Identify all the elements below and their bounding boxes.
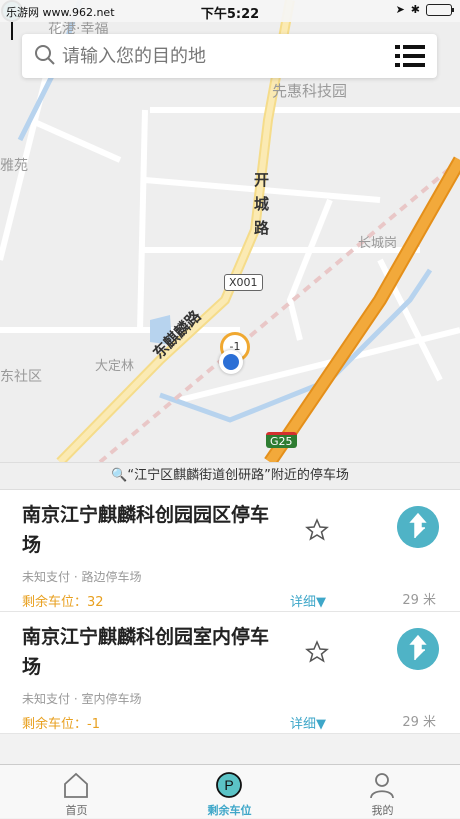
navigate-icon[interactable] <box>397 506 439 548</box>
home-icon <box>64 772 88 798</box>
battery-icon <box>426 3 454 16</box>
parking-item[interactable]: 南京江宁麒麟科创园室内停车场 未知支付 · 室内停车场 剩余车位：-1 详细▼ … <box>0 612 460 734</box>
detail-link[interactable]: 详细▼ <box>290 591 326 610</box>
remaining-spaces: 剩余车位：-1 <box>22 717 100 732</box>
parking-meta: 未知支付 · 路边停车场 <box>22 570 142 584</box>
search-icon: 🔍 <box>111 468 128 483</box>
highway-shield: G25 <box>266 432 297 448</box>
current-location-icon <box>219 350 243 374</box>
map-label: 雅苑 <box>0 158 28 174</box>
parking-name: 南京江宁麒麟科创园室内停车场 <box>22 626 270 678</box>
nearby-text: “江宁区麒麟街道创研路”附近的停车场 <box>127 468 349 483</box>
status-icons: ➤ ✱ <box>395 3 454 16</box>
bluetooth-icon: ✱ <box>410 3 420 16</box>
road-label: 开城路 <box>254 171 270 237</box>
tab-profile[interactable]: 我的 <box>306 765 459 819</box>
status-bar: 乐游网 www.962.net 下午5:22 ➤ ✱ <box>0 0 460 22</box>
parking-icon: P <box>216 772 242 798</box>
tab-bar: 首页 P 剩余车位 我的 <box>0 764 460 818</box>
map-label: 东社区 <box>0 369 42 385</box>
tab-label: 首页 <box>65 804 88 817</box>
navigate-icon[interactable] <box>397 628 439 670</box>
distance: 29 米 <box>402 593 436 608</box>
status-time: 下午5:22 <box>200 7 260 22</box>
parking-item[interactable]: 南京江宁麒麟科创园园区停车场 未知支付 · 路边停车场 剩余车位：32 详细▼ … <box>0 490 460 612</box>
map-label: 先惠科技园 <box>272 82 348 100</box>
search-icon <box>35 45 55 65</box>
tab-home[interactable]: 首页 <box>0 765 153 819</box>
search-input[interactable] <box>62 42 382 70</box>
road-shield: X001 <box>224 274 263 291</box>
map-label: 长城岗 <box>358 236 398 251</box>
nearby-header: 🔍“江宁区麒麟街道创研路”附近的停车场 <box>0 462 460 490</box>
parking-list: 南京江宁麒麟科创园园区停车场 未知支付 · 路边停车场 剩余车位：32 详细▼ … <box>0 490 460 734</box>
tab-remaining-spaces[interactable]: P 剩余车位 <box>153 765 306 819</box>
favorite-star-icon[interactable] <box>305 640 329 664</box>
distance: 29 米 <box>402 715 436 730</box>
detail-link[interactable]: 详细▼ <box>290 713 326 732</box>
remaining-spaces: 剩余车位：32 <box>22 595 104 610</box>
parking-meta: 未知支付 · 室内停车场 <box>22 692 142 706</box>
favorite-star-icon[interactable] <box>305 518 329 542</box>
location-arrow-icon: ➤ <box>395 3 405 16</box>
search-bar[interactable] <box>22 34 437 78</box>
list-menu-icon[interactable] <box>395 45 425 67</box>
user-icon <box>370 773 394 799</box>
parking-name: 南京江宁麒麟科创园园区停车场 <box>22 504 270 556</box>
map-label: 大定林 <box>95 359 135 374</box>
svg-text:P: P <box>224 777 233 793</box>
tab-label: 剩余车位 <box>207 804 252 817</box>
tab-label: 我的 <box>371 804 394 817</box>
